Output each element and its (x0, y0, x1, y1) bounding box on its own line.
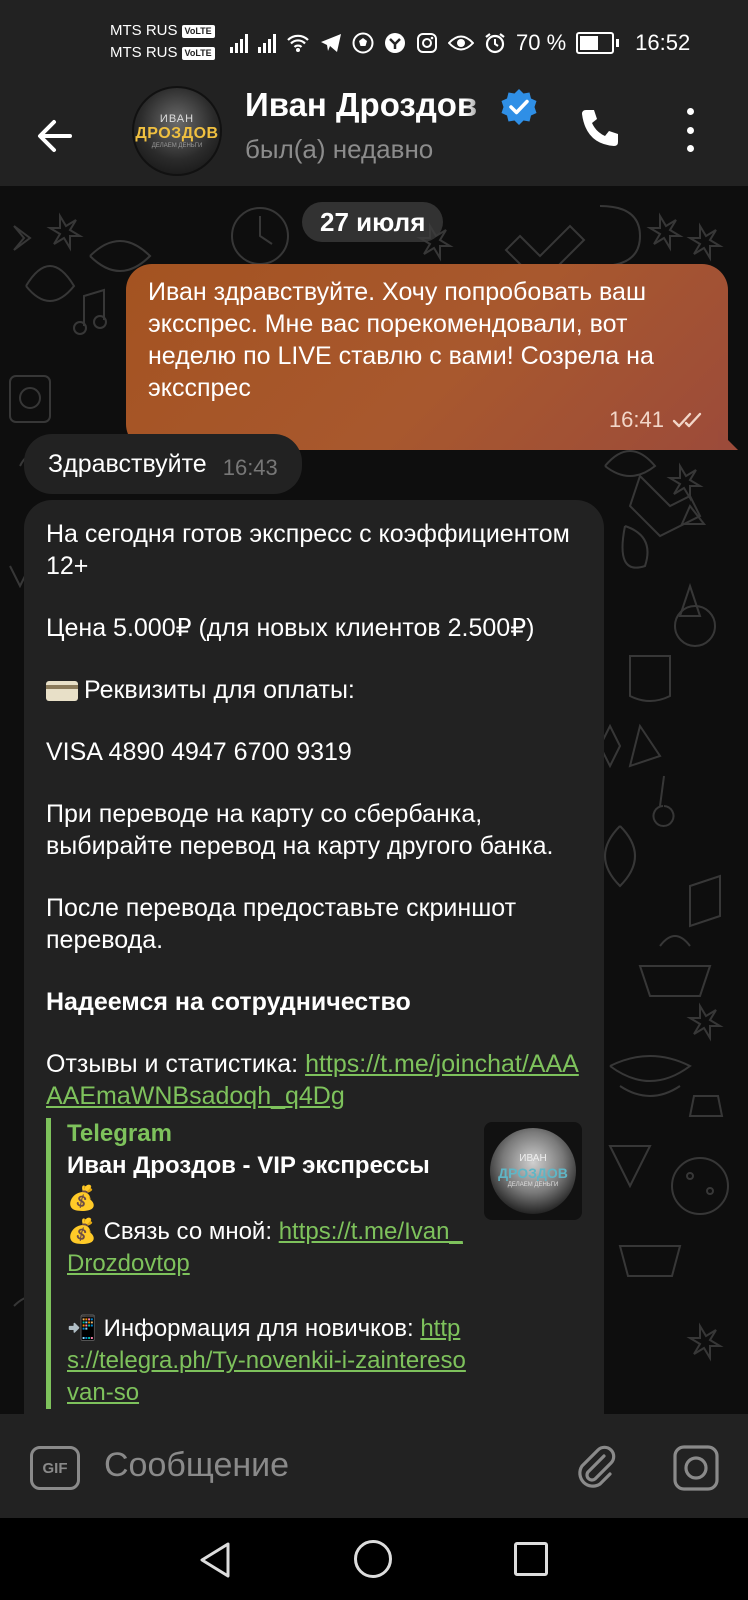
message-paragraph: После перевода предоставьте скриншот пер… (46, 894, 517, 954)
preview-title: Иван Дроздов - VIP экспрессы 💰 (67, 1152, 430, 1212)
outgoing-message[interactable]: Иван здравствуйте. Хочу попробовать ваш … (126, 264, 738, 450)
thumb-text-3: ДЕЛАЕМ ДЕНЬГИ (507, 1182, 559, 1188)
avatar-text-2: ДРОЗДОВ (135, 125, 219, 142)
reviews-label: Отзывы и статистика: (46, 1050, 306, 1078)
verified-badge-icon (501, 89, 537, 125)
message-input-bar: GIF Сообщение (0, 1414, 748, 1518)
credit-card-icon (46, 681, 78, 702)
preview-contact-label: Связь со мной: (103, 1218, 279, 1245)
double-check-icon (672, 412, 702, 428)
chat-header: ИВАН ДРОЗДОВ ДЕЛАЕМ ДЕНЬГИ Иван Дроздов … (0, 86, 748, 186)
nav-recents-icon[interactable] (514, 1542, 548, 1576)
avatar-text-3: ДЕЛАЕМ ДЕНЬГИ (151, 143, 203, 149)
incoming-message[interactable]: На сегодня готов экспресс с коэффициенто… (24, 500, 604, 1414)
incoming-message[interactable]: Здравствуйте 16:43 (24, 434, 302, 494)
contact-name[interactable]: Иван Дроздов (245, 86, 495, 124)
carrier-1: MTS RUS (110, 22, 178, 39)
message-meta: 16:41 (148, 404, 706, 436)
avatar[interactable]: ИВАН ДРОЗДОВ ДЕЛАЕМ ДЕНЬГИ (132, 86, 222, 176)
more-menu-icon[interactable] (682, 108, 698, 152)
status-bar: MTS RUS VoLTE MTS RUS VoLTE 70 % 16:52 (0, 0, 748, 86)
signal-icon-1 (230, 33, 248, 53)
date-separator: 27 июля (302, 202, 444, 242)
link-preview[interactable]: Telegram Иван Дроздов - VIP экспрессы 💰 💰… (46, 1118, 582, 1409)
message-time: 16:43 (222, 455, 278, 480)
paperclip-icon[interactable] (574, 1444, 620, 1490)
carrier-info: MTS RUS VoLTE MTS RUS VoLTE (110, 20, 215, 64)
soccer-ball-icon (352, 32, 374, 54)
eye-icon (448, 35, 474, 51)
money-bag-icon: 💰 (67, 1217, 97, 1245)
message-time: 16:41 (608, 407, 664, 432)
preview-contact-line: 💰 Связь со мной: https://t.me/Ivan_Drozd… (67, 1215, 467, 1280)
message-paragraph: При переводе на карту со сбербанка, выби… (46, 800, 554, 860)
preview-info-label: Информация для новичков: (103, 1315, 421, 1342)
clock: 16:52 (635, 30, 691, 55)
message-text: Здравствуйте (48, 449, 207, 478)
nav-back-icon[interactable] (196, 1540, 236, 1580)
message-paragraph-bold: Надеемся на сотрудничество (46, 988, 411, 1016)
preview-info-line: 📲 Информация для новичков: https://teleg… (67, 1312, 467, 1409)
chat-area[interactable]: 27 июля Иван здравствуйте. Хочу попробов… (0, 186, 748, 1414)
wifi-icon (287, 34, 309, 52)
app-icon (385, 33, 405, 53)
gif-button[interactable]: GIF (30, 1446, 80, 1490)
thumb-text-1: ИВАН (519, 1153, 547, 1164)
preview-thumbnail[interactable]: ИВАН ДРОЗДОВ ДЕЛАЕМ ДЕНЬГИ (484, 1122, 582, 1220)
payment-details-label: Реквизиты для оплаты: (84, 676, 355, 704)
phone-call-icon[interactable] (578, 106, 622, 150)
battery-icon (576, 32, 620, 54)
volte-badge-1: VoLTE (181, 24, 215, 38)
message-input[interactable]: Сообщение (104, 1446, 289, 1485)
avatar-text-1: ИВАН (159, 113, 195, 125)
carrier-2: MTS RUS (110, 44, 178, 61)
telegram-icon (321, 34, 341, 52)
message-paragraph: Цена 5.000₽ (для новых клиентов 2.500₽) (46, 614, 535, 642)
money-bag-icon: 💰 (67, 1184, 97, 1212)
volte-badge-2: VoLTE (181, 46, 215, 60)
card-number: VISA 4890 4947 6700 9319 (46, 738, 352, 766)
thumb-text-2: ДРОЗДОВ (498, 1165, 568, 1181)
system-nav-bar (0, 1518, 748, 1600)
status-icons: 70 % 16:52 (230, 30, 690, 56)
message-paragraph: Реквизиты для оплаты: (46, 674, 582, 706)
signal-icon-2 (258, 33, 276, 53)
phone-arrow-icon: 📲 (67, 1314, 97, 1342)
message-text: Иван здравствуйте. Хочу попробовать ваш … (148, 278, 654, 402)
back-arrow-icon[interactable] (36, 108, 76, 164)
message-paragraph: Отзывы и статистика: https://t.me/joinch… (46, 1048, 582, 1112)
instagram-icon (417, 33, 437, 53)
camera-icon[interactable] (672, 1444, 720, 1492)
alarm-icon (485, 33, 505, 54)
battery-percent: 70 % (516, 30, 567, 55)
message-paragraph: На сегодня готов экспресс с коэффициенто… (46, 520, 570, 580)
nav-home-icon[interactable] (354, 1540, 392, 1578)
contact-status: был(а) недавно (245, 134, 434, 164)
